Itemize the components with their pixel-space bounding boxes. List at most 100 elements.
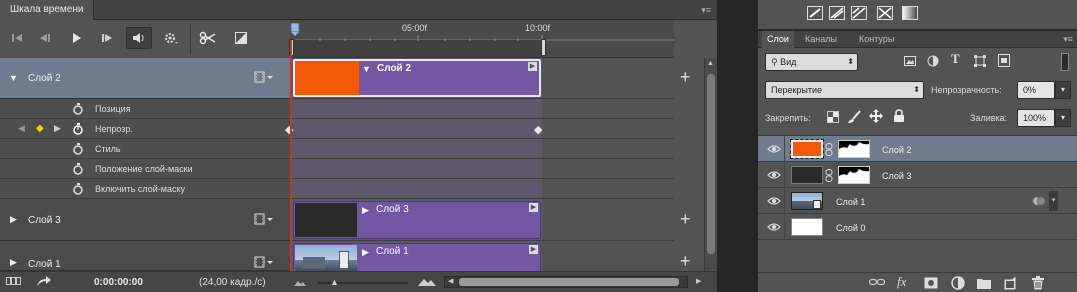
expand-arrow-icon[interactable]: ▶: [10, 257, 17, 268]
collapse-arrow-icon[interactable]: ▼: [9, 73, 18, 83]
keyframe-icon[interactable]: ◆: [534, 123, 542, 136]
previous-keyframe-icon[interactable]: ◀: [18, 123, 25, 134]
export-arrow-icon[interactable]: [36, 275, 52, 287]
fill-dropdown-arrow-icon[interactable]: ▾: [1055, 109, 1071, 127]
timeline-vertical-scrollbar[interactable]: ▲: [704, 58, 717, 271]
tab-paths[interactable]: Контуры: [854, 31, 899, 48]
clip-menu-icon[interactable]: ▶: [529, 203, 538, 212]
layer-thumbnail-photo[interactable]: [791, 192, 823, 210]
filter-toggle[interactable]: [1061, 53, 1069, 71]
visibility-eye-icon[interactable]: [767, 196, 781, 206]
timeline-layer-row[interactable]: ▼ Слой 2: [0, 58, 290, 99]
clip-layer-2[interactable]: ▼ Слой 2 ▶: [293, 59, 541, 97]
zoom-in-mountain-icon[interactable]: [418, 276, 436, 286]
layer-thumbnail[interactable]: [791, 218, 823, 236]
timeline-layer-row[interactable]: ▶ Слой 3: [0, 199, 290, 241]
stopwatch-icon[interactable]: [72, 163, 84, 175]
layer-name[interactable]: Слой 3: [882, 171, 911, 181]
new-adjustment-layer-icon[interactable]: [951, 276, 965, 290]
layers-panel-menu-icon[interactable]: ▾≡: [1063, 29, 1073, 49]
layer-mask-thumbnail[interactable]: [838, 166, 870, 184]
layer-effects-icon[interactable]: [1032, 195, 1046, 207]
clip-expand-icon[interactable]: ▶: [362, 247, 369, 258]
mask-link-chain-icon[interactable]: [825, 143, 833, 156]
scissors-icon[interactable]: [195, 27, 221, 49]
tab-timeline[interactable]: Шкала времени: [0, 0, 95, 20]
scrollbar-thumb[interactable]: [459, 278, 679, 286]
filter-adjustment-icon[interactable]: [927, 55, 939, 67]
previous-frame-icon[interactable]: [32, 27, 58, 49]
time-ruler[interactable]: 05:00f 10:00f: [289, 20, 674, 58]
lock-all-padlock-icon[interactable]: [893, 109, 905, 123]
transition-icon[interactable]: [228, 27, 254, 49]
timeline-layer-row[interactable]: ▶ Слой 1: [0, 241, 290, 271]
photo-filter-icon[interactable]: [877, 6, 893, 20]
layer-name[interactable]: Слой 1: [836, 197, 865, 207]
clip-expand-icon[interactable]: ▼: [362, 64, 371, 74]
filter-pixel-icon[interactable]: [904, 55, 916, 67]
clip-layer-1[interactable]: ▶ Слой 1 ▶: [293, 243, 541, 272]
new-layer-icon[interactable]: [1004, 276, 1016, 290]
scroll-left-icon[interactable]: ◀: [448, 277, 453, 285]
add-media-icon[interactable]: +: [680, 210, 691, 228]
lock-image-pixels-brush-icon[interactable]: [847, 110, 861, 124]
clip-expand-icon[interactable]: ▶: [362, 205, 369, 216]
clip-menu-icon[interactable]: ▶: [529, 245, 538, 254]
link-layers-icon[interactable]: [869, 277, 885, 287]
layer-mask-thumbnail[interactable]: [838, 140, 870, 158]
film-strip-icon[interactable]: [254, 213, 274, 225]
layer-thumbnail[interactable]: [790, 139, 824, 159]
lock-position-move-icon[interactable]: [869, 109, 883, 123]
zoom-slider-thumb[interactable]: ▲: [330, 277, 339, 287]
timeline-horizontal-scrollbar[interactable]: ◀: [444, 276, 688, 288]
tab-layers[interactable]: Слои: [762, 31, 794, 48]
add-keyframe-icon[interactable]: ◆: [36, 123, 44, 134]
layer-row[interactable]: Слой 0: [758, 214, 1077, 240]
layer-name[interactable]: Слой 0: [836, 223, 865, 233]
go-to-first-frame-icon[interactable]: [4, 27, 30, 49]
panel-menu-icon[interactable]: ▾≡: [701, 0, 711, 20]
film-strip-icon[interactable]: [254, 71, 274, 83]
filter-type-icon[interactable]: T: [951, 51, 960, 67]
layer-thumbnail[interactable]: [791, 166, 823, 184]
expand-arrow-icon[interactable]: ▶: [10, 214, 17, 225]
add-mask-icon[interactable]: [924, 277, 938, 289]
stopwatch-icon[interactable]: [72, 103, 84, 115]
film-strip-icon[interactable]: [254, 256, 274, 268]
mask-link-chain-icon[interactable]: [825, 169, 833, 182]
add-media-icon[interactable]: +: [680, 68, 691, 86]
layer-name[interactable]: Слой 2: [882, 145, 911, 155]
visibility-eye-icon[interactable]: [767, 222, 781, 232]
opacity-input[interactable]: 0%: [1017, 81, 1055, 99]
filter-shape-icon[interactable]: [974, 55, 986, 67]
adjustment-preset-icon[interactable]: [807, 6, 823, 20]
filter-smart-object-icon[interactable]: [998, 54, 1010, 67]
layer-row[interactable]: Слой 3: [758, 162, 1077, 188]
fx-icon[interactable]: fx: [897, 274, 906, 290]
work-area-end-handle[interactable]: [541, 39, 546, 56]
stopwatch-active-icon[interactable]: [72, 123, 84, 135]
gradient-icon[interactable]: [902, 6, 918, 20]
layer-row[interactable]: Слой 2: [758, 136, 1077, 162]
next-keyframe-icon[interactable]: ▶: [54, 123, 61, 134]
audio-icon[interactable]: [126, 27, 152, 49]
zoom-out-mountain-icon[interactable]: [294, 278, 306, 286]
visibility-eye-icon[interactable]: [767, 170, 781, 180]
layer-row-expand-arrow-icon[interactable]: ▾: [1049, 191, 1058, 211]
delete-layer-trash-icon[interactable]: [1032, 276, 1044, 290]
selective-color-icon[interactable]: [851, 6, 867, 20]
opacity-dropdown-arrow-icon[interactable]: ▾: [1055, 81, 1071, 99]
new-group-folder-icon[interactable]: [977, 277, 991, 289]
stopwatch-icon[interactable]: [72, 183, 84, 195]
render-icon[interactable]: [6, 276, 22, 286]
layer-filter-dropdown[interactable]: ⚲ Вид ⬍: [765, 53, 858, 71]
stopwatch-icon[interactable]: [72, 143, 84, 155]
lock-transparent-pixels-icon[interactable]: [827, 111, 839, 123]
add-media-icon[interactable]: +: [680, 252, 691, 270]
scrollbar-thumb[interactable]: [707, 74, 715, 254]
clip-menu-icon[interactable]: ▶: [528, 62, 537, 71]
play-icon[interactable]: [64, 27, 90, 49]
gear-icon[interactable]: [158, 27, 184, 49]
scroll-up-icon[interactable]: ▲: [707, 60, 714, 67]
playhead-handle[interactable]: [290, 23, 300, 37]
